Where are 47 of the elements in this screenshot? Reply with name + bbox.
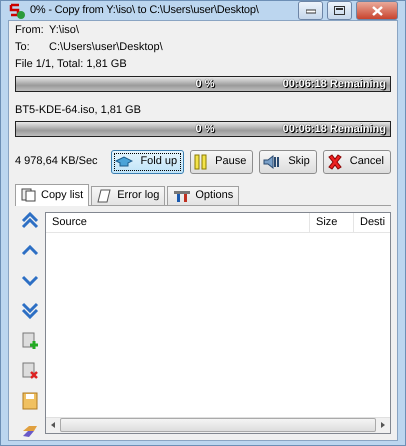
transfer-speed: 4 978,64 KB/Sec: [15, 155, 99, 168]
pause-icon: [194, 154, 208, 170]
progress-percent: 0 %: [196, 122, 214, 136]
tab[interactable]: Error log: [91, 186, 166, 205]
save-button[interactable]: [21, 392, 39, 410]
window-title: 0% - Copy from Y:\iso\ to C:\Users\user\Desktop\: [30, 4, 260, 18]
column-header[interactable]: Source: [46, 212, 310, 232]
tab[interactable]: Copy list: [15, 184, 90, 206]
move-bottom-button[interactable]: [21, 302, 39, 320]
speaker-icon: [263, 154, 282, 170]
tools-icon: [173, 188, 192, 203]
save-icon: [21, 392, 39, 410]
action-button[interactable]: Skip: [259, 150, 317, 174]
tab[interactable]: Options: [167, 186, 240, 205]
move-top-icon: [21, 212, 39, 230]
minimize-icon: [306, 8, 316, 14]
minimize-button[interactable]: [298, 1, 323, 20]
app-icon: [8, 2, 26, 20]
move-top-button[interactable]: [21, 212, 39, 230]
scrollbar-thumb[interactable]: [60, 418, 376, 432]
maximize-button[interactable]: [327, 1, 352, 20]
move-bottom-icon: [21, 302, 39, 320]
remaining-time: 00:06:18 Remaining: [282, 122, 386, 136]
progress-percent: 0 %: [196, 76, 214, 91]
cap-icon: [115, 156, 134, 168]
remove-file-icon: [21, 362, 39, 380]
path-label: From:: [15, 24, 45, 38]
path-value: Y:\iso\: [49, 24, 79, 38]
path-label: To:: [15, 41, 31, 54]
action-button[interactable]: Fold up: [111, 150, 184, 174]
maximize-icon: [334, 6, 345, 15]
add-file-icon: [21, 332, 39, 350]
close-icon: [372, 6, 382, 16]
path-value: C:\Users\user\Desktop\: [49, 41, 163, 54]
pages-icon: [21, 188, 37, 202]
close-button[interactable]: [356, 1, 398, 20]
remaining-time: 00:06:18 Remaining: [282, 76, 386, 91]
add-file-button[interactable]: [21, 332, 39, 350]
progress-caption: File 1/1, Total: 1,81 GB: [15, 58, 128, 72]
column-header[interactable]: Size: [310, 212, 354, 232]
horizontal-scrollbar[interactable]: [46, 416, 390, 433]
column-header[interactable]: Desti: [354, 212, 390, 232]
remove-file-button[interactable]: [21, 362, 39, 380]
action-button[interactable]: Cancel: [322, 150, 391, 174]
progress-caption: BT5-KDE-64.iso, 1,81 GB: [15, 104, 142, 117]
cancel-icon: [326, 154, 343, 170]
action-button[interactable]: Pause: [190, 150, 254, 174]
